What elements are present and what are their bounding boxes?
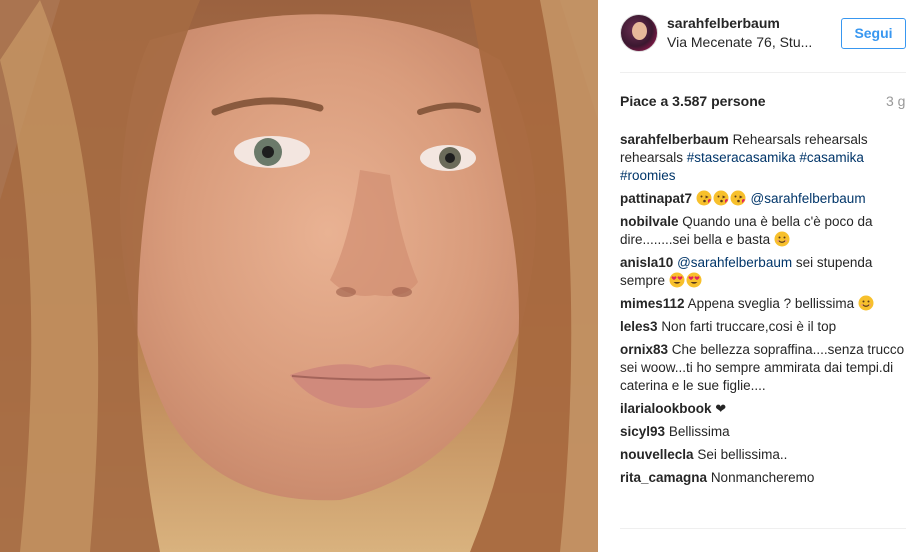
post-time[interactable]: 3 g (886, 93, 905, 109)
comment-text: Sei bellissima.. (697, 447, 788, 462)
comment-user[interactable]: pattinapat7 (620, 191, 692, 206)
comment-text: Bellissima (668, 424, 730, 439)
comment-user[interactable]: leles3 (620, 319, 658, 334)
heart-eyes-face-icon (686, 272, 702, 288)
post-photo[interactable] (0, 0, 598, 552)
comment-user[interactable]: ornix83 (620, 342, 668, 357)
comment-user[interactable]: anisla10 (620, 255, 673, 270)
post-header: sarahfelberbaum Via Mecenate 76, Stu... … (598, 0, 913, 72)
list-item: ornix83 Che bellezza sopraffina....senza… (620, 341, 906, 395)
list-item: leles3 Non farti truccare,cosi è il top (620, 318, 906, 336)
caption: sarahfelberbaum Rehearsals rehearsals re… (620, 131, 906, 185)
likes-count[interactable]: Piace a 3.587 persone (620, 93, 766, 109)
comment-text: Non farti truccare,cosi è il top (661, 319, 837, 334)
comment-text: Appena sveglia ? bellissima (687, 296, 855, 311)
divider (620, 72, 906, 73)
list-item: rita_camagna Nonmancheremo (620, 469, 906, 487)
instagram-post: sarahfelberbaum Via Mecenate 76, Stu... … (0, 0, 913, 552)
smile-face-icon (774, 231, 790, 247)
kiss-face-icon (713, 190, 729, 206)
heart-icon: ❤ (715, 401, 727, 416)
mention-link[interactable]: @sarahfelberbaum (751, 191, 866, 206)
follow-button[interactable]: Segui (841, 18, 906, 49)
post-username[interactable]: sarahfelberbaum (667, 15, 780, 31)
hashtag-link[interactable]: #casamika (799, 150, 864, 165)
comment-list: sarahfelberbaum Rehearsals rehearsals re… (620, 131, 906, 492)
comment-user[interactable]: sarahfelberbaum (620, 132, 729, 147)
hashtag-link[interactable]: #roomies (620, 168, 676, 183)
divider (620, 528, 906, 529)
comment-user[interactable]: rita_camagna (620, 470, 707, 485)
list-item: mimes112 Appena sveglia ? bellissima (620, 295, 906, 313)
heart-eyes-face-icon (669, 272, 685, 288)
comment-text: Nonmancheremo (710, 470, 815, 485)
comment-user[interactable]: sicyl93 (620, 424, 665, 439)
emoji-group (696, 190, 751, 206)
list-item: ilarialookbook ❤ (620, 400, 906, 418)
comment-user[interactable]: ilarialookbook (620, 401, 712, 416)
list-item: sicyl93 Bellissima (620, 423, 906, 441)
selfie-image (0, 0, 598, 552)
list-item: pattinapat7 @sarahfelberbaum (620, 190, 906, 208)
list-item: anisla10 @sarahfelberbaum sei stupenda s… (620, 254, 906, 290)
avatar[interactable] (620, 14, 658, 52)
list-item: nobilvale Quando una è bella c'è poco da… (620, 213, 906, 249)
hashtag-link[interactable]: #staseracasamika (687, 150, 796, 165)
comment-user[interactable]: nobilvale (620, 214, 679, 229)
kiss-face-icon (696, 190, 712, 206)
mention-link[interactable]: @sarahfelberbaum (677, 255, 792, 270)
list-item: nouvellecla Sei bellissima.. (620, 446, 906, 464)
comment-user[interactable]: mimes112 (620, 296, 685, 311)
post-sidebar: sarahfelberbaum Via Mecenate 76, Stu... … (598, 0, 913, 552)
kiss-face-icon (730, 190, 746, 206)
comment-user[interactable]: nouvellecla (620, 447, 694, 462)
avatar-face-icon (632, 22, 647, 40)
smile-face-icon (858, 295, 874, 311)
post-location[interactable]: Via Mecenate 76, Stu... (667, 34, 812, 50)
